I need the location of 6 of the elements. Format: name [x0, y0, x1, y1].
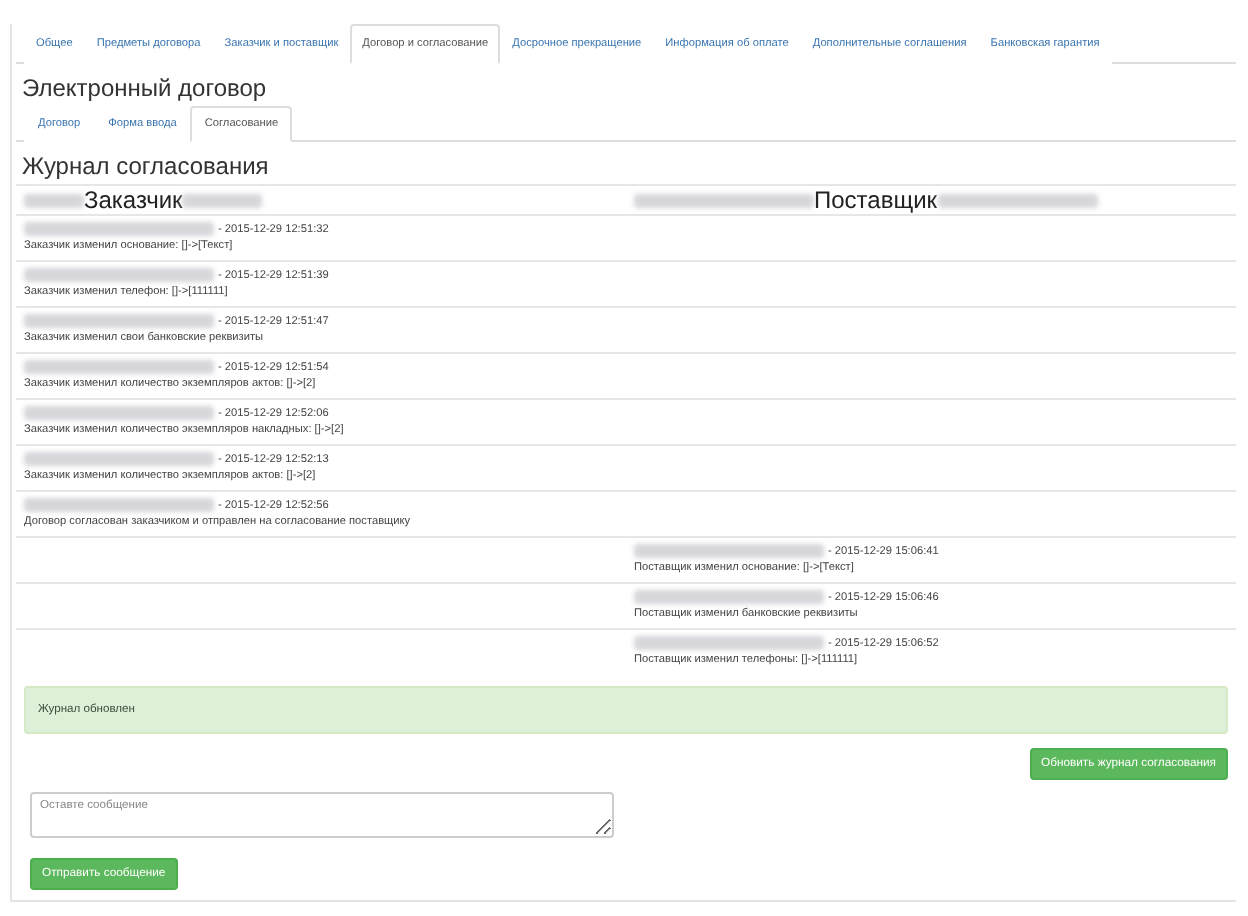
column-header: Заказчик — [84, 186, 183, 214]
redacted-name — [182, 193, 263, 207]
redacted-name — [24, 193, 84, 207]
column-header: Поставщик — [814, 186, 938, 214]
journal-title: Журнал согласования — [22, 152, 271, 180]
section-title: Электронный договор — [22, 74, 269, 102]
